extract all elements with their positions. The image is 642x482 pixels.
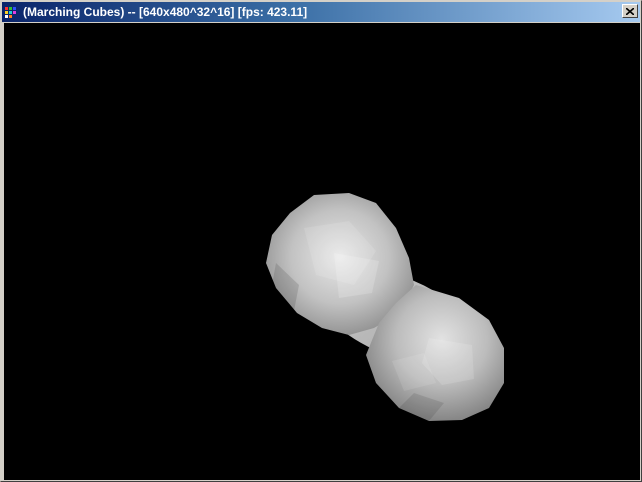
app-window: (Marching Cubes) -- [640x480^32^16] [fps… <box>0 0 642 482</box>
title-bar[interactable]: (Marching Cubes) -- [640x480^32^16] [fps… <box>2 2 640 22</box>
close-icon <box>626 7 634 15</box>
app-icon[interactable] <box>4 4 20 20</box>
metaball-blob <box>266 193 504 421</box>
render-viewport[interactable] <box>4 23 640 480</box>
window-title: (Marching Cubes) -- [640x480^32^16] [fps… <box>23 5 308 19</box>
close-button[interactable] <box>622 4 638 18</box>
